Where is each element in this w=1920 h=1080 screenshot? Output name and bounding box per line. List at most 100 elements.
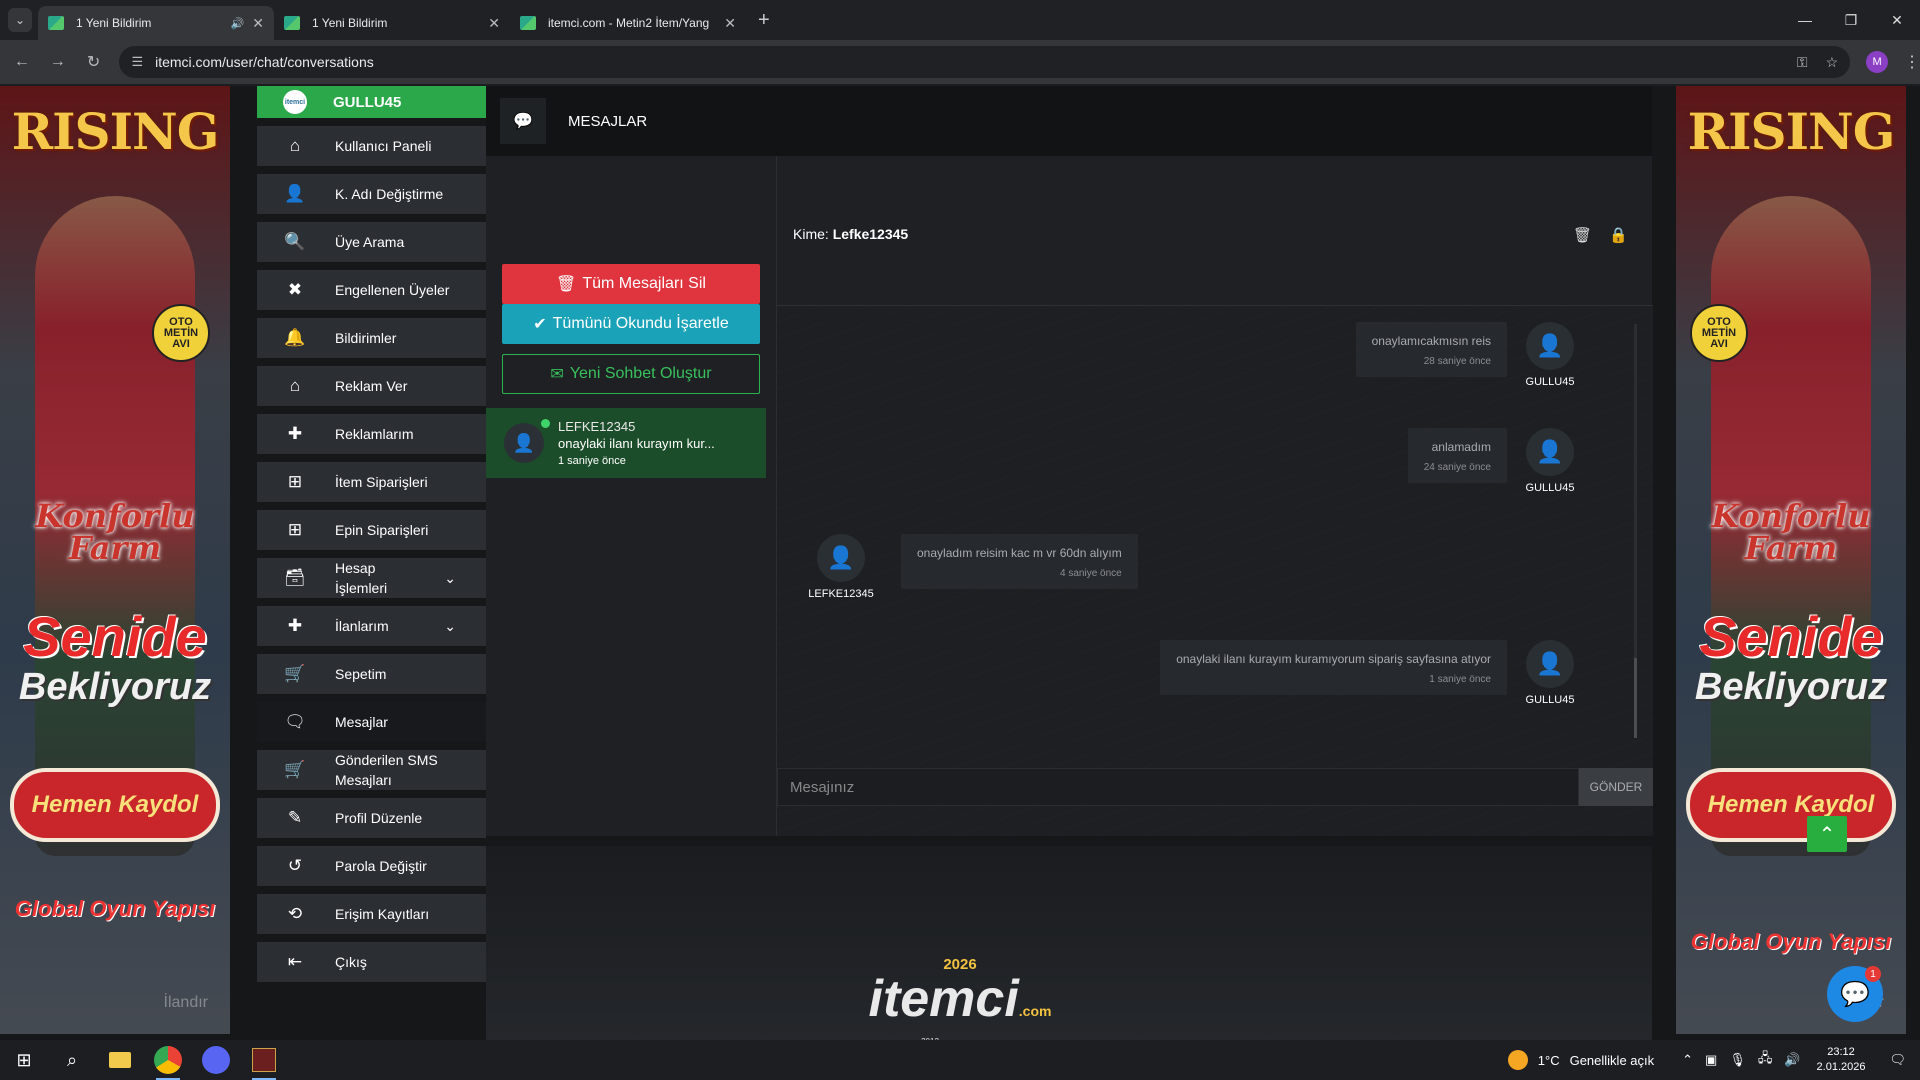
back-to-top-button[interactable]: ⌃ — [1807, 816, 1847, 852]
weather-widget[interactable]: 1°C Genellikle açık — [1507, 1050, 1654, 1070]
sidebar-item-label: İtem Siparişleri — [335, 474, 428, 490]
ad-hemen-kaydol-button[interactable]: Hemen Kaydol — [1686, 768, 1896, 842]
volume-icon[interactable]: 🔊 — [1784, 1052, 1800, 1068]
reload-icon[interactable]: ↻ — [76, 52, 112, 72]
scrollbar-thumb[interactable] — [1634, 658, 1637, 738]
sidebar-item-cikis[interactable]: ⇤ Çıkış — [257, 942, 486, 982]
message-input[interactable]: Mesajınız — [777, 768, 1579, 806]
chrome-icon[interactable] — [144, 1040, 192, 1080]
sidebar-item-uye-arama[interactable]: 🔍 Üye Arama — [257, 222, 486, 262]
file-explorer-icon[interactable] — [96, 1040, 144, 1080]
site-favicon-icon — [284, 16, 300, 30]
chevron-up-icon: ⌃ — [1818, 823, 1836, 846]
site-settings-icon[interactable]: ☰ — [131, 54, 143, 70]
user-sidebar: itemci GULLU45 ⌂ Kullanıcı Paneli 👤 K. Adı… — [257, 86, 486, 982]
search-icon: 🔍 — [284, 232, 306, 251]
chevron-down-icon[interactable]: ⌄ — [444, 568, 456, 588]
tab-title: 1 Yeni Bildirim — [312, 16, 388, 30]
browser-tab-3[interactable]: itemci.com - Metin2 İtem/Yang ✕ — [510, 6, 746, 40]
system-clock[interactable]: 23:12 2.01.2026 — [1817, 1045, 1866, 1075]
live-chat-button[interactable]: 💬 1 — [1827, 966, 1883, 1022]
minimize-icon[interactable]: — — [1782, 0, 1828, 40]
sidebar-item-gonderilen-sms[interactable]: 🛒 Gönderilen SMS Mesajları — [257, 750, 486, 790]
sidebar-item-reklamlarim[interactable]: ✚ Reklamlarım — [257, 414, 486, 454]
sidebar-item-mesajlar[interactable]: 🗨 Mesajlar — [257, 702, 486, 742]
system-tray: 1°C Genellikle açık ⌃ ▣ 🎙 🖧 🔊 23:12 2.01… — [1507, 1040, 1920, 1080]
tray-device-icon[interactable]: ▣ — [1705, 1052, 1717, 1068]
site-favicon-icon — [520, 16, 536, 30]
messages-panel: 💬 MESAJLAR 🗑 Tüm Mesajları Sil ✔ Tümünü Ok… — [486, 86, 1653, 836]
sidebar-item-profil-duzenle[interactable]: ✎ Profil Düzenle — [257, 798, 486, 838]
ad-hemen-kaydol-button[interactable]: Hemen Kaydol — [10, 768, 220, 842]
tab-close-icon[interactable]: ✕ — [252, 15, 264, 32]
send-button[interactable]: GÖNDER — [1579, 768, 1653, 806]
message-avatar: 👤 — [1526, 640, 1574, 688]
delete-all-messages-button[interactable]: 🗑 Tüm Mesajları Sil — [502, 264, 760, 304]
conversation-time: 1 saniye önce — [558, 455, 626, 467]
message-text: onaylaki ilanı kurayım kuramıyorum sipar… — [1176, 652, 1491, 666]
left-ad-banner[interactable]: RISING OTO METİN AVI Konforlu Farm Senid… — [0, 86, 230, 1034]
network-icon[interactable]: 🖧 — [1758, 1049, 1773, 1071]
notification-center-icon[interactable]: 🗨 — [1889, 1052, 1906, 1068]
browser-tab-2[interactable]: 1 Yeni Bildirim ✕ — [274, 6, 510, 40]
url-text[interactable]: itemci.com/user/chat/conversations — [155, 54, 1779, 70]
mark-all-read-button[interactable]: ✔ Tümünü Okundu İşaretle — [502, 304, 760, 344]
sidebar-item-label: Kullanıcı Paneli — [335, 138, 432, 154]
delete-chat-icon[interactable]: 🗑 — [1573, 226, 1592, 244]
messages-header: 💬 MESAJLAR — [486, 86, 1652, 156]
footer-logo[interactable]: 2026 itemci.com 2012 — [860, 956, 1060, 1040]
message-sender: GULLU45 — [1525, 376, 1575, 388]
thread-scrollbar[interactable] — [1634, 324, 1637, 738]
back-arrow-icon[interactable]: ← — [4, 53, 40, 71]
sidebar-item-erisim-kayitlari[interactable]: ⟲ Erişim Kayıtları — [257, 894, 486, 934]
sidebar-item-engellenen-uyeler[interactable]: ✖ Engellenen Üyeler — [257, 270, 486, 310]
tab-close-icon[interactable]: ✕ — [724, 15, 736, 32]
lock-icon[interactable]: 🔒 — [1609, 226, 1628, 244]
sidebar-item-label: Parola Değiştir — [335, 858, 427, 874]
recipient: Kime: Lefke12345 — [793, 226, 908, 242]
close-window-icon[interactable]: ✕ — [1874, 0, 1920, 40]
discord-icon[interactable] — [192, 1040, 240, 1080]
sidebar-item-reklam-ver[interactable]: ⌂ Reklam Ver — [257, 366, 486, 406]
profile-avatar[interactable]: M — [1866, 51, 1889, 73]
tab-search-chevron-icon[interactable]: ⌄ — [8, 8, 32, 32]
password-key-icon[interactable]: ⚿ — [1797, 54, 1808, 71]
address-bar[interactable]: ☰ itemci.com/user/chat/conversations ⚿ ☆ — [119, 46, 1851, 78]
microphone-icon[interactable]: 🎙 — [1729, 1052, 1746, 1068]
windows-start-icon[interactable]: ⊞ — [0, 1040, 48, 1080]
browser-menu-icon[interactable]: ⋮ — [1904, 52, 1920, 72]
browser-tab-1[interactable]: 1 Yeni Bildirim 🔊 ✕ — [38, 6, 274, 40]
sidebar-item-label: Üye Arama — [335, 234, 405, 250]
restore-icon[interactable]: ❐ — [1828, 0, 1874, 40]
ad-konforlu-farm: Konforlu Farm — [0, 500, 230, 564]
sidebar-item-kullanici-paneli[interactable]: ⌂ Kullanıcı Paneli — [257, 126, 486, 166]
sidebar-item-bildirimler[interactable]: 🔔 Bildirimler — [257, 318, 486, 358]
sidebar-item-hesap-islemleri[interactable]: 🗃 Hesap İşlemleri ⌄ — [257, 558, 486, 598]
reset-icon: ↺ — [287, 856, 303, 875]
sidebar-item-parola-degistir[interactable]: ↺ Parola Değiştir — [257, 846, 486, 886]
new-tab-plus-icon[interactable]: + — [758, 9, 770, 32]
sidebar-item-k-adi-degistirme[interactable]: 👤 K. Adı Değiştirme — [257, 174, 486, 214]
right-ad-banner[interactable]: RISING OTO METİN AVI Konforlu Farm Senid… — [1676, 86, 1906, 1034]
sidebar-item-label: Reklam Ver — [335, 378, 408, 394]
sidebar-item-epin-siparisleri[interactable]: ⊞ Epin Siparişleri — [257, 510, 486, 550]
sidebar-item-ilanlarim[interactable]: ✚ İlanlarım ⌄ — [257, 606, 486, 646]
ad-global-text: Global Oyun Yapısı — [1690, 929, 1892, 954]
bookmark-star-icon[interactable]: ☆ — [1826, 54, 1839, 71]
game-app-icon[interactable] — [240, 1040, 288, 1080]
conversation-item[interactable]: 👤 LEFKE12345 onaylaki ilanı kurayım kur.… — [486, 408, 766, 478]
forward-arrow-icon[interactable]: → — [40, 53, 76, 71]
ad-line1: Konforlu — [1711, 497, 1871, 535]
tab-close-icon[interactable]: ✕ — [488, 15, 500, 32]
tray-chevron-up-icon[interactable]: ⌃ — [1682, 1052, 1693, 1068]
message-bubble: anlamadım 24 saniye önce — [1407, 428, 1507, 483]
chevron-down-icon[interactable]: ⌄ — [444, 616, 456, 636]
user-icon: 👤 — [512, 432, 536, 453]
speaker-icon[interactable]: 🔊 — [231, 17, 245, 30]
puzzle-icon: ✚ — [287, 616, 303, 635]
sidebar-item-sepetim[interactable]: 🛒 Sepetim — [257, 654, 486, 694]
sidebar-item-item-siparisleri[interactable]: ⊞ İtem Siparişleri — [257, 462, 486, 502]
chat-column: Kime: Lefke12345 🗑 🔒 onaylamıcakmısın re… — [776, 156, 1653, 836]
search-icon[interactable]: ⌕ — [48, 1040, 96, 1080]
new-chat-button[interactable]: ✉ Yeni Sohbet Oluştur — [502, 354, 760, 394]
